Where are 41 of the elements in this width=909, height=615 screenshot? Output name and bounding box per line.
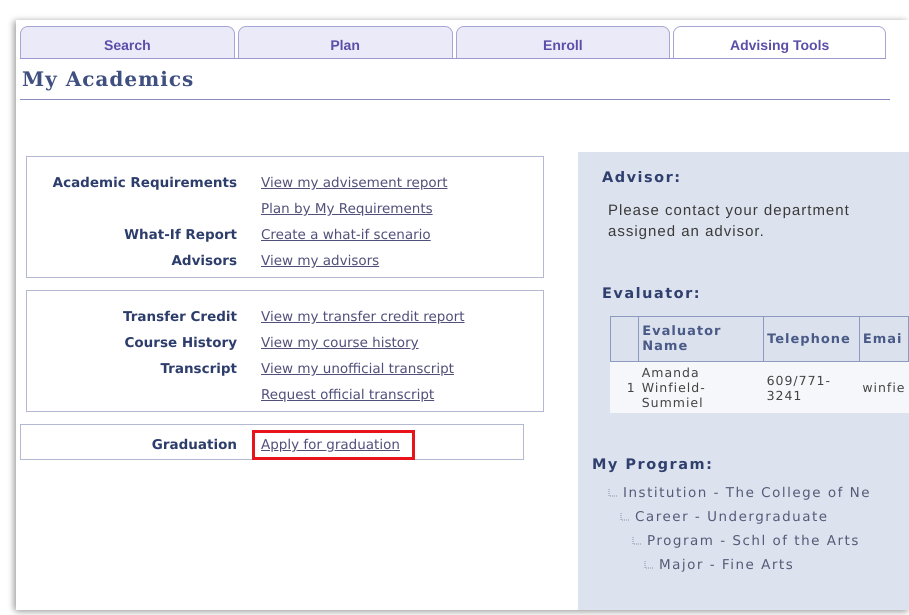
column-header: Telephone: [764, 316, 860, 362]
tree-item[interactable]: Career - Undergraduate: [635, 509, 829, 525]
column-header: Emai: [859, 316, 908, 362]
section-heading: My Program:: [592, 457, 714, 473]
table-cell: Amanda Winfield-Summiel: [638, 362, 764, 413]
link[interactable]: View my advisors: [252, 250, 388, 272]
tree-item[interactable]: Program - Schl of the Arts: [647, 533, 860, 549]
page-title: My Academics: [20, 67, 890, 100]
tab[interactable]: Search: [20, 26, 235, 58]
link[interactable]: View my unofficial transcript: [252, 358, 463, 380]
link[interactable]: Plan by My Requirements: [252, 198, 442, 220]
tree-connector-icon: [644, 560, 653, 570]
table-cell: winfie: [859, 362, 908, 413]
link[interactable]: Apply for graduation: [252, 430, 415, 460]
tree-connector-icon: [608, 488, 617, 498]
section-heading: Evaluator:: [602, 286, 702, 302]
section-label: Transcript: [159, 361, 237, 377]
section-label: Academic Requirements: [52, 175, 237, 191]
header-cell: [610, 316, 639, 362]
column-header: Evaluator Name: [638, 316, 764, 362]
section-label: Graduation: [150, 437, 237, 453]
advisor-message: Please contact your department assigned an advisor.: [608, 201, 851, 242]
tab[interactable]: Plan: [238, 26, 452, 58]
tab[interactable]: Advising Tools: [673, 26, 886, 58]
link[interactable]: View my transfer credit report: [252, 306, 474, 328]
section-heading: Advisor:: [602, 170, 683, 186]
section-label: Advisors: [170, 253, 237, 269]
tree-item[interactable]: Major - Fine Arts: [659, 557, 794, 573]
tree-connector-icon: [620, 512, 629, 522]
row-number: 1: [610, 362, 639, 413]
tree-item[interactable]: Institution - The College of Ne: [623, 485, 872, 501]
section-label: Course History: [124, 335, 237, 351]
tab[interactable]: Enroll: [456, 26, 670, 58]
link[interactable]: View my course history: [252, 332, 428, 354]
link[interactable]: Create a what-if scenario: [252, 224, 440, 246]
section-label: What-If Report: [123, 227, 237, 243]
section-label: Transfer Credit: [122, 309, 237, 325]
link[interactable]: Request official transcript: [252, 384, 444, 406]
table-cell: 609/771-3241: [764, 362, 860, 413]
link[interactable]: View my advisement report: [252, 172, 457, 194]
tree-connector-icon: [632, 536, 641, 546]
